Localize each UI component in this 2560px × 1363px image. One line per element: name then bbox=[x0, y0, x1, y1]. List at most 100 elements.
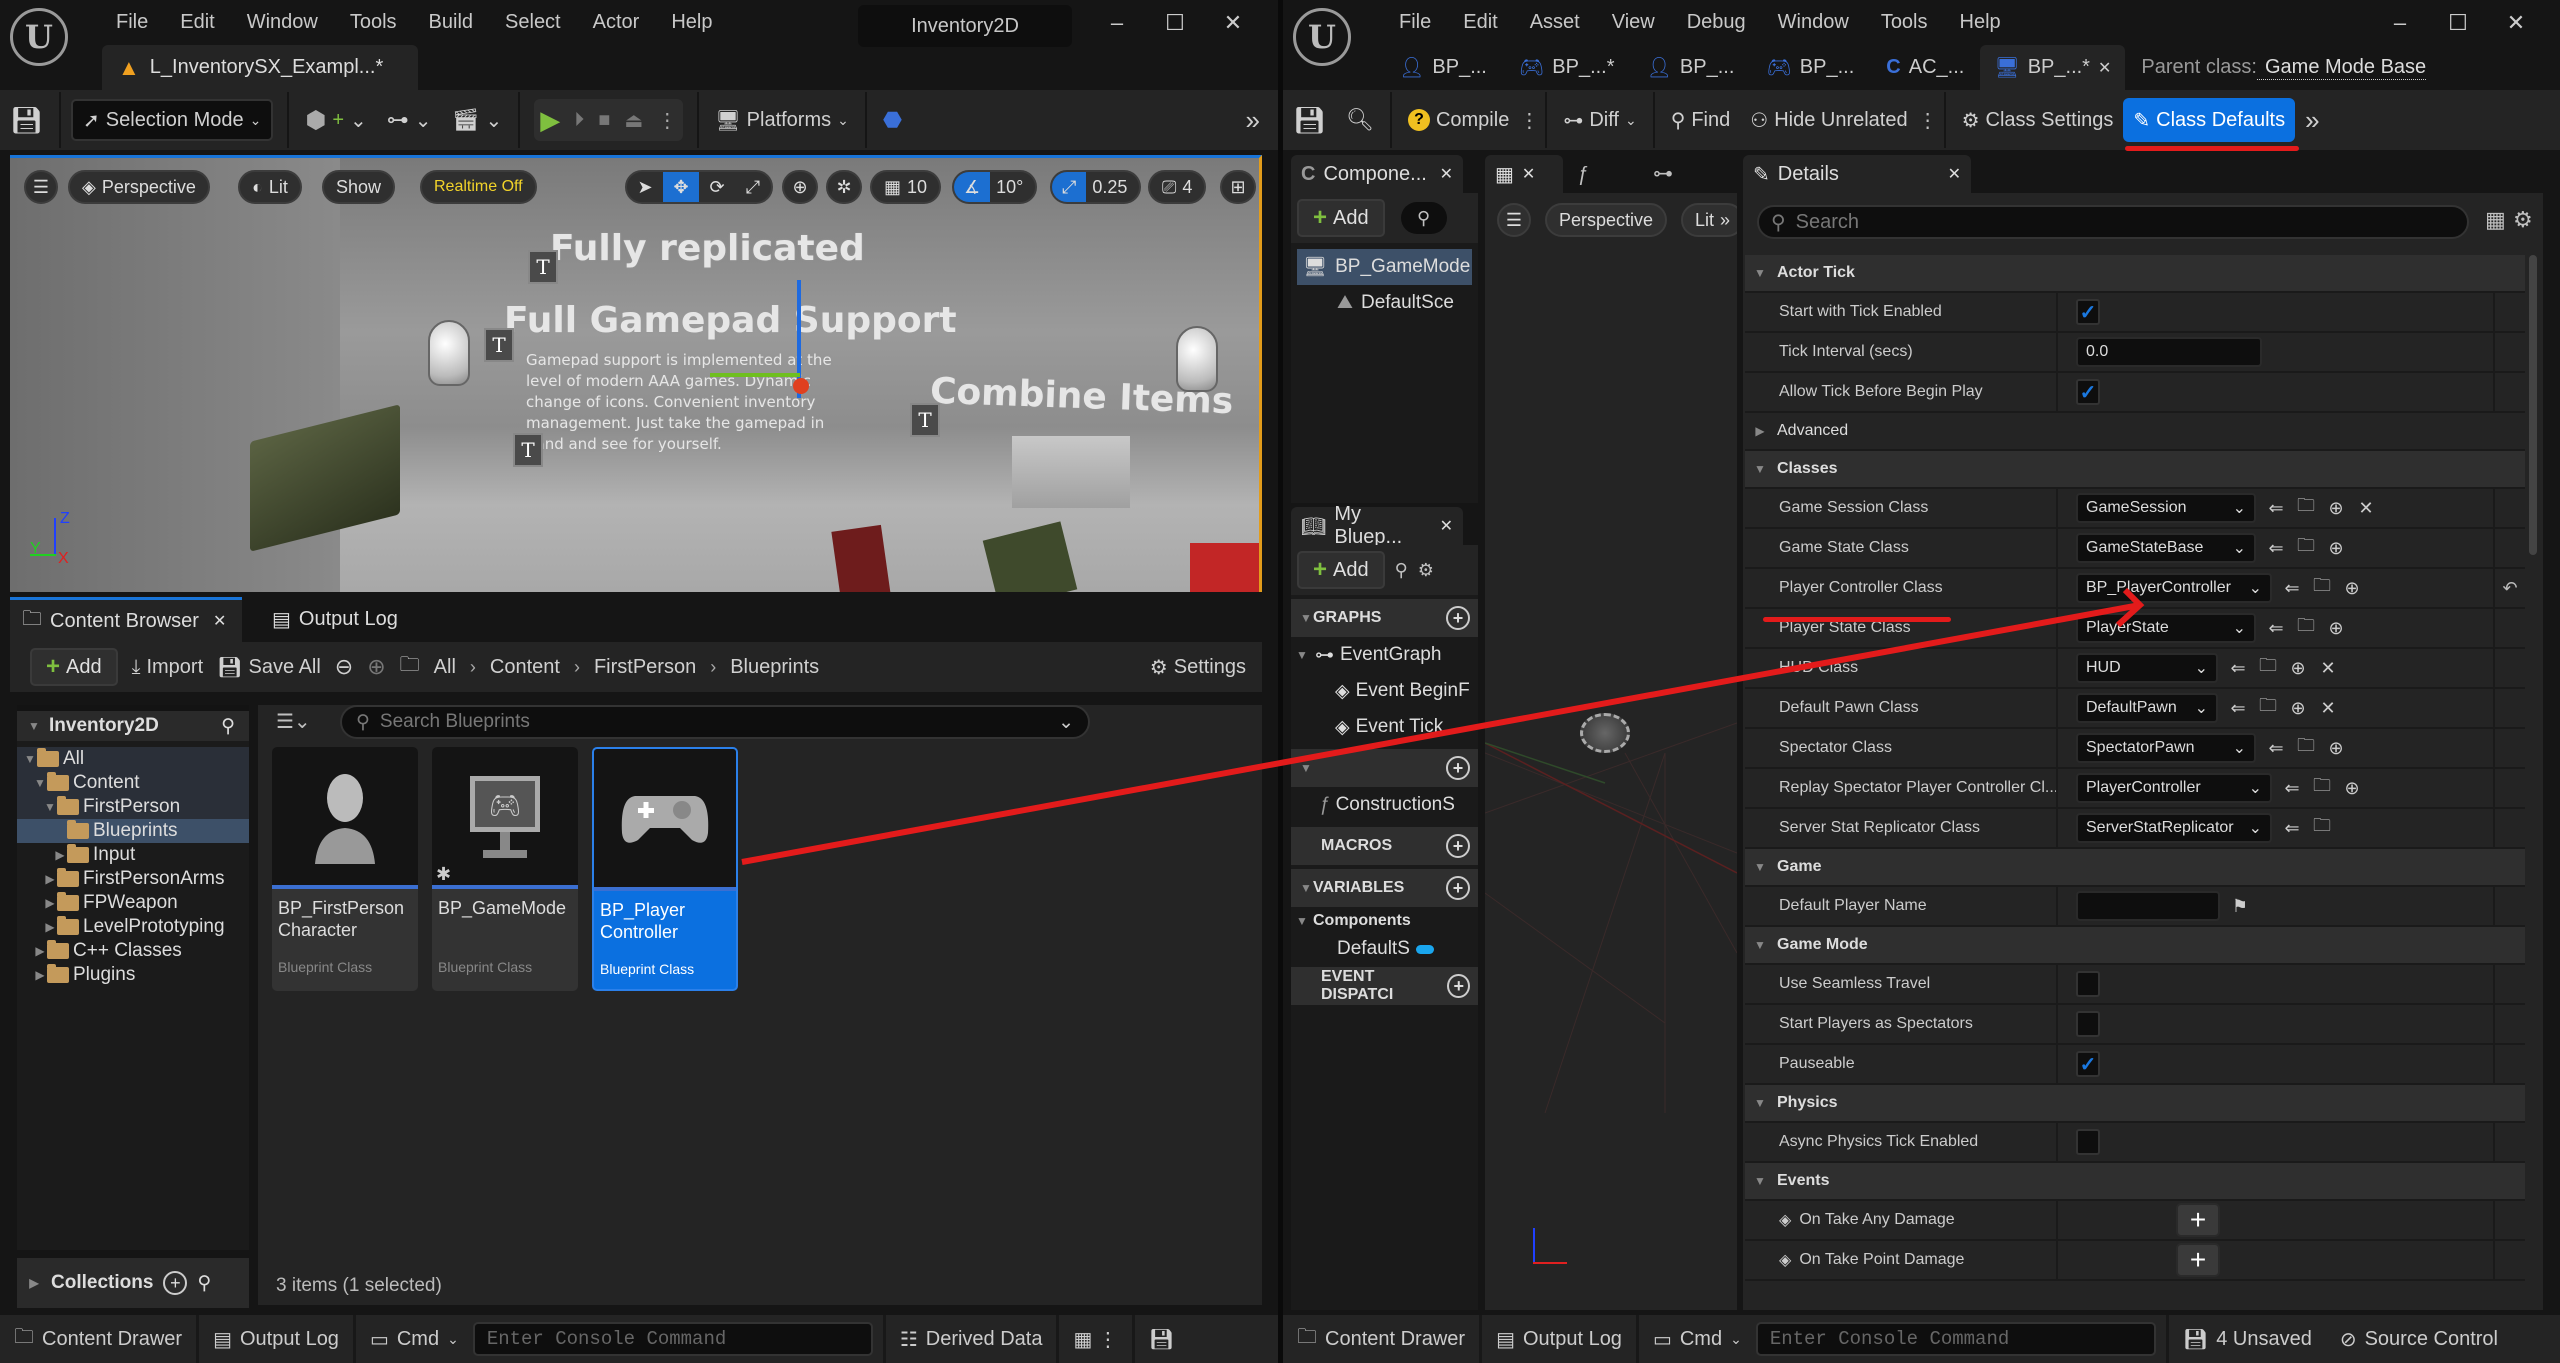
parent-class-link[interactable]: Game Mode Base bbox=[2256, 56, 2427, 80]
realtime-button[interactable]: Realtime Off bbox=[420, 170, 537, 204]
text-actor-icon[interactable]: T bbox=[513, 433, 543, 467]
menu-tools[interactable]: Tools bbox=[334, 8, 413, 36]
search-icon[interactable]: ⚲ bbox=[197, 1272, 211, 1295]
close-icon[interactable]: ✕ bbox=[213, 611, 226, 631]
browse-icon[interactable]: 🗀 bbox=[2258, 653, 2278, 683]
functions-section[interactable]: ▼ + bbox=[1291, 749, 1478, 787]
unsaved-button[interactable]: 💾︎ 4 Unsaved bbox=[2165, 1315, 2326, 1363]
add-icon[interactable]: ⊕ bbox=[2326, 618, 2346, 639]
class-defaults-button[interactable]: ✎ Class Defaults bbox=[2123, 98, 2300, 151]
class-picker-dropdown[interactable]: HUD ⌄ bbox=[2076, 653, 2218, 683]
show-button[interactable]: Show bbox=[322, 170, 396, 204]
add-icon[interactable]: ⊕ bbox=[2342, 578, 2362, 599]
search-icon[interactable]: ⚲ bbox=[1395, 560, 1408, 581]
clear-icon[interactable]: ✕ bbox=[2356, 498, 2376, 519]
layout-icon[interactable]: ⊞ bbox=[1220, 170, 1256, 204]
level-tab[interactable]: ▲ L_InventorySX_Exampl...* bbox=[102, 45, 418, 90]
perspective-button[interactable]: Perspective bbox=[1545, 203, 1668, 237]
add-variable-icon[interactable]: + bbox=[1446, 876, 1470, 900]
checkbox[interactable]: ✓ bbox=[2076, 1051, 2100, 1077]
filter-icon[interactable]: ☰⌄ bbox=[276, 709, 311, 734]
macros-section[interactable]: MACROS + bbox=[1291, 827, 1478, 865]
hide-unrelated-button[interactable]: ⚇ Hide Unrelated bbox=[1740, 98, 1917, 142]
grid-snap-button[interactable]: ▦ 10 bbox=[870, 170, 942, 204]
event-dispatchers-section[interactable]: EVENT DISPATCI + bbox=[1291, 967, 1478, 1005]
find-button[interactable]: ⚲ Find bbox=[1661, 98, 1741, 142]
trace-icon[interactable]: ▦ ⋮ bbox=[1059, 1315, 1135, 1363]
console-command-input[interactable]: Enter Console Command bbox=[472, 1322, 873, 1356]
settings-button[interactable]: ⚙ Settings bbox=[1140, 645, 1256, 689]
tab-components[interactable]: C Compone... ✕ bbox=[1291, 155, 1463, 193]
class-picker-dropdown[interactable]: DefaultPawn ⌄ bbox=[2076, 693, 2218, 723]
asset-tab[interactable]: 👤︎ BP_... bbox=[1383, 55, 1503, 80]
checkbox[interactable]: ✓ bbox=[2076, 299, 2100, 325]
use-selected-icon[interactable]: ⇐ bbox=[2282, 578, 2302, 599]
details-category[interactable]: ▼ Classes bbox=[1745, 451, 2525, 489]
chevron-right-icon[interactable]: › bbox=[574, 657, 580, 678]
light-bulb-icon[interactable] bbox=[428, 320, 470, 386]
add-button[interactable]: + Add bbox=[30, 648, 118, 686]
lit-button[interactable]: Lit» bbox=[1681, 203, 1737, 237]
asset-tab[interactable]: C AC_... bbox=[1870, 56, 1980, 79]
add-icon[interactable]: ⊕ bbox=[2288, 658, 2308, 679]
class-picker-dropdown[interactable]: PlayerController ⌄ bbox=[2076, 773, 2272, 803]
scrollbar[interactable] bbox=[2529, 255, 2537, 555]
scale-tool-icon[interactable]: ⤢ bbox=[735, 177, 771, 198]
breadcrumb-blueprints[interactable]: Blueprints bbox=[730, 656, 819, 679]
browse-icon[interactable]: 🗀 bbox=[2296, 733, 2316, 763]
menu-edit[interactable]: Edit bbox=[164, 8, 230, 36]
add-event-button[interactable]: + bbox=[2176, 1243, 2220, 1277]
tree-item-content[interactable]: ▼ Content bbox=[17, 771, 249, 795]
tree-item-cpp-classes[interactable]: ▶ C++ Classes bbox=[17, 939, 249, 963]
rotation-snap-button[interactable]: ∡ 10° bbox=[952, 170, 1038, 204]
browse-icon[interactable]: 🗀 bbox=[2258, 693, 2278, 723]
content-drawer-button[interactable]: 🗀 Content Drawer bbox=[0, 1315, 200, 1363]
compile-button[interactable]: ? Compile bbox=[1398, 98, 1519, 142]
asset-tile-selected[interactable]: BP_Player Controller Blueprint Class bbox=[592, 747, 738, 991]
close-icon[interactable]: ✕ bbox=[1522, 164, 1535, 184]
reset-to-default-icon[interactable]: ↶ bbox=[2495, 569, 2525, 607]
use-selected-icon[interactable]: ⇐ bbox=[2266, 618, 2286, 639]
class-picker-dropdown[interactable]: BP_PlayerController ⌄ bbox=[2076, 573, 2272, 603]
tree-item-blueprints[interactable]: Blueprints bbox=[17, 819, 249, 843]
add-icon[interactable]: ⊕ bbox=[2326, 498, 2346, 519]
menu-select[interactable]: Select bbox=[489, 8, 577, 36]
lit-button[interactable]: ◐ Lit bbox=[238, 170, 302, 204]
save-all-button[interactable]: 💾︎ Save All bbox=[217, 645, 321, 689]
asset-tab[interactable]: 🎮︎ BP_...* bbox=[1503, 55, 1631, 80]
use-selected-icon[interactable]: ⇐ bbox=[2266, 738, 2286, 759]
breadcrumb-firstperson[interactable]: FirstPerson bbox=[594, 656, 696, 679]
import-button[interactable]: ⤓ Import bbox=[132, 645, 204, 689]
menu-window[interactable]: Window bbox=[231, 8, 334, 36]
class-picker-dropdown[interactable]: SpectatorPawn ⌄ bbox=[2076, 733, 2256, 763]
text-actor-icon[interactable]: T bbox=[484, 328, 514, 362]
search-blueprints-input[interactable]: ⚲ Search Blueprints ⌄ bbox=[340, 705, 1090, 739]
derived-data-button[interactable]: ☷ Derived Data bbox=[882, 1315, 1060, 1363]
content-drawer-button[interactable]: 🗀 Content Drawer bbox=[1283, 1315, 1483, 1363]
menu-tools[interactable]: Tools bbox=[1865, 8, 1944, 36]
browse-icon[interactable]: 🗀 bbox=[2296, 493, 2316, 523]
tree-header[interactable]: ▼ Inventory2D ⚲ bbox=[17, 705, 249, 741]
asset-tab-active[interactable]: 🖥︎ BP_...* ✕ bbox=[1980, 45, 2126, 90]
menu-help[interactable]: Help bbox=[655, 8, 728, 36]
add-member-button[interactable]: + Add bbox=[1297, 551, 1385, 589]
component-item-root[interactable]: 🖥︎ BP_GameMode bbox=[1297, 249, 1472, 285]
tab-details[interactable]: ✎ Details ✕ bbox=[1743, 155, 1971, 193]
output-log-button[interactable]: ▤ Output Log bbox=[199, 1315, 356, 1363]
use-selected-icon[interactable]: ⇐ bbox=[2282, 818, 2302, 839]
add-graph-icon[interactable]: + bbox=[1446, 606, 1470, 630]
browse-icon[interactable]: 🗀 bbox=[2312, 813, 2332, 843]
breadcrumb-content[interactable]: Content bbox=[490, 656, 560, 679]
scene-component-sprite[interactable] bbox=[1580, 713, 1630, 753]
tree-item-levelprototyping[interactable]: ▶ LevelPrototyping bbox=[17, 915, 249, 939]
tree-item-firstperson[interactable]: ▼ FirstPerson bbox=[17, 795, 249, 819]
class-settings-button[interactable]: ⚙ Class Settings bbox=[1952, 98, 2124, 142]
text-actor-icon[interactable]: T bbox=[528, 250, 558, 284]
table-view-icon[interactable]: ▦ bbox=[2485, 207, 2506, 233]
add-actor-icon[interactable]: ⬢ + ⌄ bbox=[295, 98, 376, 142]
green-box[interactable] bbox=[982, 521, 1078, 592]
tree-item-plugins[interactable]: ▶ Plugins bbox=[17, 963, 249, 987]
details-category[interactable]: ▼ Physics bbox=[1745, 1085, 2525, 1123]
close-icon[interactable]: ✕ bbox=[1221, 10, 1245, 36]
collections-header[interactable]: ▶ Collections + ⚲ bbox=[17, 1258, 249, 1308]
